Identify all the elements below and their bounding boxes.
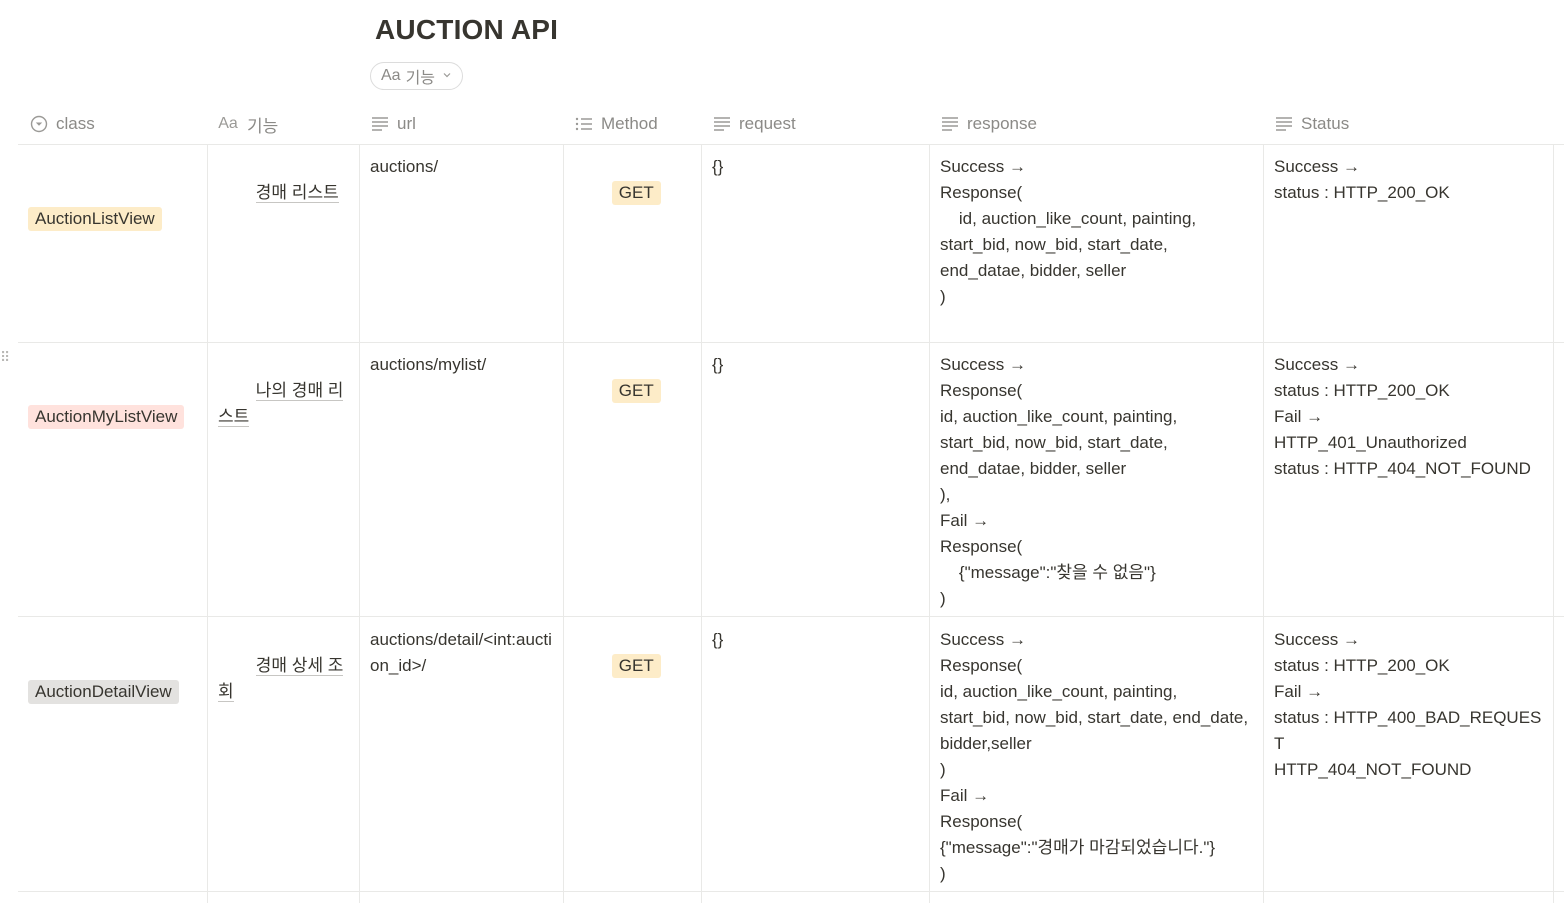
class-tag: AuctionDetailView (28, 680, 179, 704)
cell-response[interactable]: Success → Response( id, auction_like_cou… (930, 144, 1263, 342)
cell-class[interactable]: AuctionMyListView (18, 342, 207, 616)
cell-method[interactable]: GET (564, 617, 701, 891)
table-row[interactable]: AuctionDetailView 경매 상세 조회 auctions/deta… (18, 617, 1564, 892)
cell-method[interactable]: GET (564, 144, 701, 342)
column-header-request[interactable]: request (713, 104, 796, 144)
row-title-link[interactable]: 나의 경매 리스트 (218, 381, 344, 427)
cell-request[interactable]: {} (702, 144, 929, 342)
cell-request[interactable]: {} (702, 342, 929, 616)
column-header-label: 기능 (247, 116, 279, 136)
cell-method[interactable]: GET (564, 342, 701, 616)
cell-url[interactable]: auctions/detail/<int:auction_id>/ (360, 617, 563, 891)
cell-feature[interactable]: 경매 리스트 (208, 144, 359, 342)
page-title[interactable]: AUCTION API (375, 14, 558, 46)
cell-url[interactable]: auctions/mylist/ (360, 342, 563, 616)
table-row[interactable]: AuctionMyListView 나의 경매 리스트 auctions/myl… (18, 342, 1564, 617)
method-tag: GET (611, 379, 661, 403)
column-header-class[interactable]: class (30, 104, 95, 144)
view-label: 기능 (405, 70, 436, 87)
title-icon: Aa (218, 115, 238, 132)
column-header-label: url (397, 114, 416, 133)
column-header-label: class (56, 114, 95, 133)
cell-status[interactable]: Success → status : HTTP_200_OK Fail → st… (1264, 617, 1553, 891)
drag-handle-icon[interactable]: ⠿ (0, 350, 12, 372)
chevron-down-icon (442, 70, 452, 83)
column-header-feature[interactable]: Aa 기능 (217, 104, 278, 144)
text-icon (371, 115, 389, 133)
table-row-partial[interactable] (18, 892, 1564, 903)
column-header-label: response (967, 114, 1037, 133)
cell-response[interactable]: Success → Response( id, auction_like_cou… (930, 617, 1263, 891)
column-header-response[interactable]: response (941, 104, 1037, 144)
cell-request[interactable]: {} (702, 617, 929, 891)
column-header-status[interactable]: Status (1275, 104, 1349, 144)
class-tag: AuctionListView (28, 207, 162, 231)
cell-status[interactable]: Success → status : HTTP_200_OK (1264, 144, 1553, 342)
column-header-method[interactable]: Method (575, 104, 658, 144)
cell-feature[interactable]: 나의 경매 리스트 (208, 342, 359, 616)
cell-url[interactable]: auctions/ (360, 144, 563, 342)
cell-class[interactable]: AuctionDetailView (18, 617, 207, 891)
cell-class[interactable]: AuctionListView (18, 144, 207, 342)
title-property-icon: Aa (381, 67, 401, 84)
column-header-label: request (739, 114, 796, 133)
cell-response[interactable]: Success → Response( id, auction_like_cou… (930, 342, 1263, 616)
table-row[interactable]: AuctionListView 경매 리스트 auctions/ GET {} … (18, 144, 1564, 343)
cell-feature[interactable]: 경매 상세 조회 (208, 617, 359, 891)
method-tag: GET (611, 654, 661, 678)
multi-select-icon (575, 115, 593, 133)
text-icon (713, 115, 731, 133)
view-selector[interactable]: Aa 기능 (370, 62, 464, 90)
class-tag: AuctionMyListView (28, 405, 185, 429)
column-header-label: Method (601, 114, 658, 133)
select-icon (30, 115, 48, 133)
text-icon (1275, 115, 1293, 133)
row-title-link[interactable]: 경매 상세 조회 (218, 656, 344, 702)
text-icon (941, 115, 959, 133)
table-header: class Aa 기능 url Method request response … (18, 104, 1564, 145)
row-title-link[interactable]: 경매 리스트 (255, 183, 339, 203)
column-header-label: Status (1301, 114, 1350, 133)
notion-page: AUCTION API Aa 기능 class Aa 기능 url Method… (0, 0, 1564, 903)
cell-status[interactable]: Success → status : HTTP_200_OK Fail → HT… (1264, 342, 1553, 616)
column-header-url[interactable]: url (371, 104, 416, 144)
method-tag: GET (611, 181, 661, 205)
